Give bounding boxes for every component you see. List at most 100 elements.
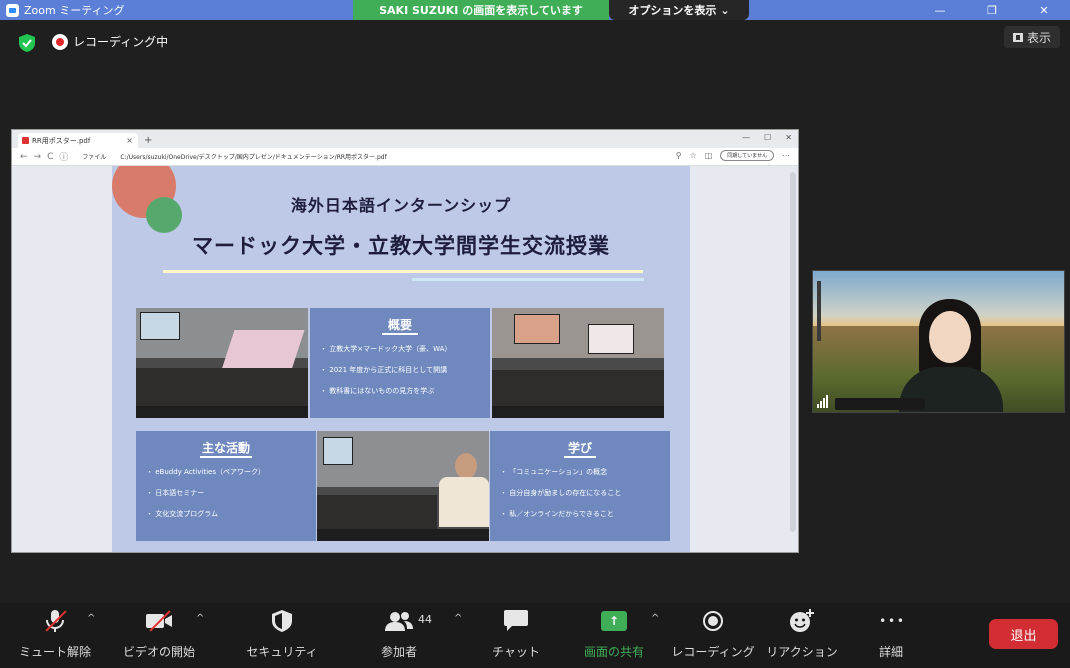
overview-item: 教科書にはないものの見方を学ぶ (320, 386, 451, 396)
record-icon (703, 611, 723, 631)
participants-count: 44 (418, 613, 432, 626)
participant-face (929, 311, 971, 363)
participants-options-caret-icon[interactable]: ^ (454, 613, 462, 624)
browser-tab-title: RR用ポスター.pdf (32, 136, 91, 145)
learning-list: 「コミュニケーション」の概念 自分自身が励ましの存在になること 私／オンラインだ… (500, 467, 621, 530)
url-prefix: ファイル (82, 154, 107, 161)
overview-list: 立教大学×マードック大学（豪、WA） 2021 年度から正式に科目として開講 教… (320, 344, 451, 407)
security-label: セキュリティ (246, 645, 318, 659)
shield-icon (268, 609, 296, 633)
pdf-scrollbar[interactable] (790, 172, 796, 532)
pdf-viewer[interactable]: 海外日本語インターンシップ マードック大学・立教大学間学生交流授業 概要 立教大… (12, 166, 798, 552)
zoom-icon[interactable]: ⚲ (676, 151, 682, 160)
tab-close-icon[interactable]: × (126, 136, 133, 145)
view-label: 表示 (1026, 30, 1051, 45)
activities-panel: 主な活動 eBuddy Activities（ペアワーク） 日本語セミナー 文化… (136, 431, 316, 541)
new-tab-icon[interactable]: + (138, 135, 158, 148)
security-button[interactable]: セキュリティ (237, 609, 327, 660)
camera-off-icon (145, 609, 173, 633)
activities-item: 日本語セミナー (146, 488, 265, 498)
shared-screen: RR用ポスター.pdf × + — ☐ ✕ ← → C ⓘ ファイル C:/Us… (11, 129, 799, 553)
classroom-photo-1 (136, 308, 308, 418)
participants-icon (385, 609, 413, 633)
learning-item: 自分自身が励ましの存在になること (500, 488, 621, 498)
grid-view-icon (1012, 32, 1023, 42)
recording-label: レコーディング中 (73, 35, 169, 49)
browser-address-bar: ← → C ⓘ ファイル C:/Users/suzuki/OneDrive/デス… (12, 148, 798, 166)
more-button[interactable]: • • • 詳細 (846, 609, 936, 660)
meeting-toolbar: ミュート解除 ^ ビデオの開始 ^ セキュリティ 参加者 44 ^ チャット ↑… (0, 603, 1070, 668)
minimize-button[interactable]: — (914, 0, 966, 20)
activities-heading: 主な活動 (201, 441, 250, 455)
learning-item: 「コミュニケーション」の概念 (500, 467, 621, 477)
title-underline-accent (412, 278, 644, 281)
participant-name-label (835, 398, 925, 410)
collections-icon[interactable]: ◫ (705, 151, 713, 160)
leave-button[interactable]: 退出 (989, 619, 1058, 649)
browser-maximize-icon[interactable]: ☐ (764, 133, 771, 142)
learning-panel: 学び 「コミュニケーション」の概念 自分自身が励ましの存在になること 私／オンラ… (490, 431, 670, 541)
forward-icon[interactable]: → (34, 152, 42, 162)
window-title: Zoom ミーティング (24, 4, 125, 17)
browser-actions: ⚲ ☆ ◫ 同期していません ⋯ (676, 150, 790, 161)
chat-button[interactable]: チャット (471, 609, 561, 660)
view-button[interactable]: 表示 (1004, 26, 1060, 48)
recording-indicator[interactable]: レコーディング中 (52, 33, 168, 50)
overview-item: 2021 年度から正式に科目として開講 (320, 365, 451, 375)
activities-list: eBuddy Activities（ペアワーク） 日本語セミナー 文化交流プログ… (146, 467, 265, 530)
view-options-label: オプションを表示 (628, 4, 717, 17)
app-title-group: Zoom ミーティング (0, 2, 125, 18)
activities-item: 文化交流プログラム (146, 509, 265, 519)
menu-dots-icon[interactable]: ⋯ (782, 151, 790, 160)
more-label: 詳細 (878, 645, 903, 659)
overview-heading: 概要 (387, 318, 412, 332)
url-field[interactable]: C:/Users/suzuki/OneDrive/デスクトップ/国内プレゼン/ド… (120, 152, 386, 161)
classroom-photo-2 (492, 308, 664, 418)
reactions-label: リアクション (766, 645, 838, 659)
share-screen-label: 画面の共有 (583, 645, 644, 659)
reload-icon[interactable]: C (47, 152, 53, 162)
info-icon: ⓘ (59, 153, 69, 163)
start-video-button[interactable]: ビデオの開始 (114, 609, 204, 660)
encryption-shield-icon[interactable] (19, 34, 35, 52)
browser-tab[interactable]: RR用ポスター.pdf × (18, 133, 138, 148)
sync-status-button[interactable]: 同期していません (720, 150, 774, 161)
close-button[interactable]: ✕ (1018, 0, 1070, 20)
chat-bubble-icon (502, 609, 530, 633)
back-icon[interactable]: ← (20, 152, 28, 162)
poster-title: マードック大学・立教大学間学生交流授業 (192, 234, 610, 258)
classroom-photo-3 (317, 431, 489, 541)
overview-panel: 概要 立教大学×マードック大学（豪、WA） 2021 年度から正式に科目として開… (310, 308, 490, 418)
unmute-label: ミュート解除 (18, 645, 91, 659)
microphone-muted-icon (41, 609, 69, 633)
record-button[interactable]: レコーディング (668, 609, 758, 660)
video-options-caret-icon[interactable]: ^ (196, 613, 204, 624)
chat-label: チャット (492, 645, 540, 659)
browser-minimize-icon[interactable]: — (742, 133, 750, 142)
power-tower (817, 281, 821, 341)
participant-video-tile[interactable] (812, 270, 1065, 413)
screen-share-banner: SAKI SUZUKI の画面を表示しています (353, 0, 609, 20)
poster-page: 海外日本語インターンシップ マードック大学・立教大学間学生交流授業 概要 立教大… (112, 166, 690, 552)
title-underline (163, 270, 643, 273)
learning-item: 私／オンラインだからできること (500, 509, 621, 519)
reactions-button[interactable]: リアクション (757, 609, 847, 660)
share-options-caret-icon[interactable]: ^ (651, 613, 659, 624)
view-options-button[interactable]: オプションを表示 ⌄ (609, 0, 749, 20)
start-video-label: ビデオの開始 (122, 645, 195, 659)
favorite-star-icon[interactable]: ☆ (690, 151, 697, 160)
more-dots-icon: • • • (879, 614, 904, 628)
audio-options-caret-icon[interactable]: ^ (87, 613, 95, 624)
restore-button[interactable]: ❐ (966, 0, 1018, 20)
poster-subtitle: 海外日本語インターンシップ (290, 196, 512, 215)
window-controls: — ❐ ✕ (914, 0, 1070, 20)
share-screen-button[interactable]: ↑ 画面の共有 (569, 609, 659, 660)
activities-item: eBuddy Activities（ペアワーク） (146, 467, 265, 477)
chevron-down-icon: ⌄ (720, 3, 730, 17)
recording-icon (52, 33, 68, 50)
share-screen-icon: ↑ (601, 611, 627, 631)
learning-heading: 学び (567, 441, 592, 455)
browser-close-icon[interactable]: ✕ (785, 133, 792, 142)
browser-tab-strip: RR用ポスター.pdf × + — ☐ ✕ (12, 130, 798, 148)
signal-icon (817, 395, 828, 408)
